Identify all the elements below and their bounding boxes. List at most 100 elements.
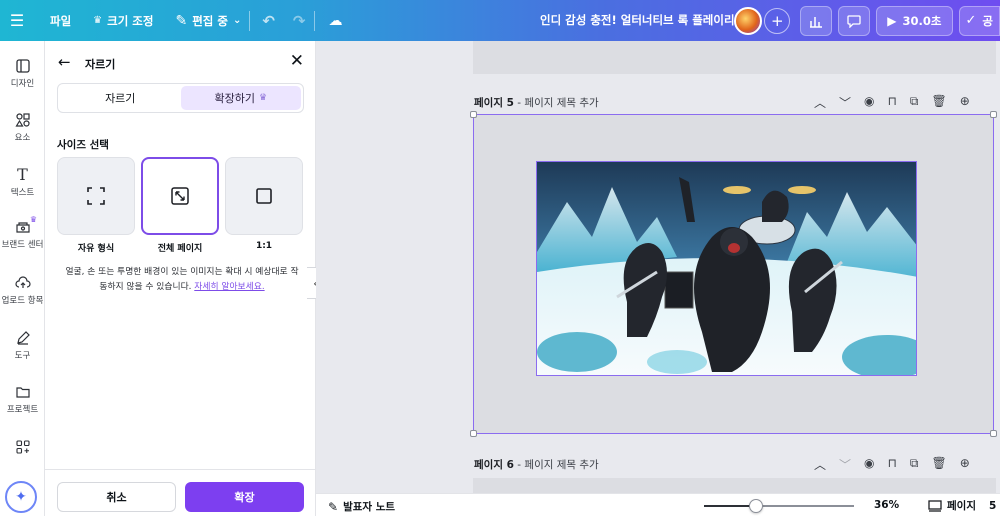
resize-handle[interactable] bbox=[470, 111, 477, 118]
canvas-area: 페이지 5 - 페이지 제목 추가 ︿ ﹀ ◉ ⊓ ⧉ 🗑 ⊕ 페이지 6 - … bbox=[316, 41, 1000, 493]
crown-icon: ♛ bbox=[258, 93, 268, 103]
zoom-slider[interactable] bbox=[704, 499, 854, 513]
bar-chart-icon bbox=[810, 16, 823, 28]
duplicate-icon[interactable]: ⧉ bbox=[910, 456, 919, 473]
gorilla-band-image[interactable] bbox=[536, 161, 917, 376]
page-6[interactable] bbox=[473, 478, 996, 493]
freeform-icon bbox=[87, 187, 105, 205]
expand-warning-note: 얼굴, 손 또는 투명한 배경이 있는 이미지는 확대 시 예상대로 작동하지 … bbox=[65, 267, 299, 292]
page-5-toolbar: ︿ ﹀ ◉ ⊓ ⧉ 🗑 ⊕ bbox=[814, 94, 970, 111]
page-6-label[interactable]: 페이지 6 - 페이지 제목 추가 bbox=[474, 457, 599, 472]
crop-panel: ← 자르기 ✕ 자르기 확장하기 ♛ 사이즈 선택 자유 형식 전체 페이지 1… bbox=[45, 41, 316, 516]
resize-handle[interactable] bbox=[470, 430, 477, 437]
section-title: 사이즈 선택 bbox=[57, 139, 109, 151]
page-5[interactable] bbox=[470, 111, 997, 437]
chevron-down-icon[interactable]: ﹀ bbox=[839, 456, 851, 473]
cancel-button[interactable]: 취소 bbox=[57, 482, 176, 512]
share-button[interactable]: ✓ 공 bbox=[958, 5, 1000, 36]
brand-icon bbox=[15, 222, 30, 233]
panel-header: ← 자르기 ✕ bbox=[45, 51, 316, 73]
learn-more-link[interactable]: 자세히 알아보세요. bbox=[194, 282, 264, 292]
resize-handle[interactable] bbox=[990, 111, 997, 118]
topbar-actions: + ▶ 30.0초 ✓ 공 bbox=[734, 0, 1000, 41]
notes-icon: ✎ bbox=[328, 499, 339, 514]
trash-icon[interactable]: 🗑 bbox=[931, 456, 946, 473]
panel-footer: 취소 확장 bbox=[45, 469, 316, 516]
rail-item-uploads[interactable]: 업로드 항목 bbox=[0, 275, 45, 306]
bottom-bar: ✎ 발표자 노트 36% 페이지 5 bbox=[316, 493, 1000, 516]
panel-title: 자르기 bbox=[85, 58, 116, 71]
lock-icon[interactable]: ⊓ bbox=[888, 456, 897, 473]
edit-mode-button[interactable]: ✎ 편집 중 ⌄ bbox=[175, 13, 241, 29]
duplicate-icon[interactable]: ⧉ bbox=[910, 94, 919, 111]
close-icon[interactable]: ✕ bbox=[290, 51, 304, 71]
chevron-down-icon: ⌄ bbox=[232, 15, 242, 26]
file-menu-button[interactable]: 파일 bbox=[50, 13, 71, 29]
top-bar: ☰ 파일 ♛ 크기 조정 ✎ 편집 중 ⌄ ↶ ↷ ☁ 인디 감성 충전! 얼터… bbox=[0, 0, 1000, 41]
page-6-toolbar: ︿ ﹀ ◉ ⊓ ⧉ 🗑 ⊕ bbox=[814, 456, 970, 473]
page-4-bottom[interactable] bbox=[473, 41, 996, 74]
comments-button[interactable] bbox=[838, 5, 871, 36]
size-option-freeform[interactable] bbox=[57, 157, 135, 235]
trash-icon[interactable]: 🗑 bbox=[931, 94, 946, 111]
apps-icon bbox=[15, 440, 30, 454]
document-title[interactable]: 인디 감성 충전! 얼터너티브 록 플레이리스트 bbox=[540, 12, 756, 28]
crown-icon: ♛ bbox=[93, 15, 103, 26]
check-circle-icon: ✓ bbox=[965, 13, 977, 28]
toolbar-divider bbox=[313, 10, 315, 31]
play-icon: ▶ bbox=[887, 13, 897, 28]
lock-icon[interactable]: ⊓ bbox=[888, 94, 897, 111]
toolbar-divider bbox=[249, 10, 251, 31]
size-label-freeform: 자유 형식 bbox=[77, 244, 115, 254]
size-option-square[interactable] bbox=[225, 157, 303, 235]
pencil-icon: ✎ bbox=[175, 12, 188, 29]
pages-icon bbox=[928, 499, 942, 512]
avatar[interactable] bbox=[734, 6, 763, 35]
add-page-icon[interactable]: ⊕ bbox=[960, 94, 970, 111]
elements-icon bbox=[14, 113, 30, 127]
rail-item-apps[interactable] bbox=[0, 439, 45, 455]
upload-icon bbox=[14, 276, 31, 288]
tab-crop[interactable]: 자르기 bbox=[60, 86, 181, 110]
zoom-slider-thumb[interactable] bbox=[748, 499, 763, 513]
rail-item-projects[interactable]: 프로젝트 bbox=[0, 384, 45, 415]
rail-item-elements[interactable]: 요소 bbox=[0, 112, 45, 143]
tab-expand[interactable]: 확장하기 ♛ bbox=[180, 86, 301, 110]
chevron-down-icon[interactable]: ﹀ bbox=[839, 94, 851, 111]
resize-button[interactable]: ♛ 크기 조정 bbox=[93, 13, 153, 29]
back-arrow-icon[interactable]: ← bbox=[58, 53, 71, 71]
analytics-button[interactable] bbox=[800, 5, 833, 36]
page-5-label[interactable]: 페이지 5 - 페이지 제목 추가 bbox=[474, 95, 599, 110]
expand-diagonal-icon bbox=[171, 187, 189, 205]
magic-sparkle-icon[interactable]: ✦ bbox=[5, 481, 37, 513]
rail-item-design[interactable]: 디자인 bbox=[0, 58, 45, 89]
rail-item-draw[interactable]: 도구 bbox=[0, 330, 45, 361]
chevron-up-icon[interactable]: ︿ bbox=[814, 456, 826, 473]
crown-icon: ♛ bbox=[29, 215, 37, 224]
add-collaborator-button[interactable]: + bbox=[764, 7, 791, 34]
rail-item-text[interactable]: T 텍스트 bbox=[0, 166, 45, 198]
size-label-full-page: 전체 페이지 bbox=[157, 244, 203, 254]
layout-icon bbox=[15, 59, 30, 73]
chevron-up-icon[interactable]: ︿ bbox=[814, 94, 826, 111]
resize-handle[interactable] bbox=[990, 430, 997, 437]
pages-button[interactable]: 페이지 5 bbox=[928, 498, 996, 513]
hide-icon[interactable]: ◉ bbox=[864, 94, 874, 111]
draw-icon bbox=[16, 331, 30, 345]
expand-button[interactable]: 확장 bbox=[185, 482, 304, 512]
cloud-sync-icon[interactable]: ☁ bbox=[329, 13, 343, 29]
present-button[interactable]: ▶ 30.0초 bbox=[876, 5, 953, 36]
add-page-icon[interactable]: ⊕ bbox=[960, 456, 970, 473]
zoom-level[interactable]: 36% bbox=[874, 499, 899, 511]
undo-icon[interactable]: ↶ bbox=[262, 12, 275, 30]
rail-item-brand[interactable]: ♛ 브랜드 센터 bbox=[0, 215, 45, 250]
text-icon: T bbox=[17, 165, 28, 184]
redo-icon[interactable]: ↷ bbox=[293, 12, 306, 30]
size-option-full-page[interactable] bbox=[141, 157, 219, 235]
comment-icon bbox=[847, 14, 861, 28]
menu-icon[interactable]: ☰ bbox=[0, 11, 34, 30]
crop-mode-tabs: 자르기 확장하기 ♛ bbox=[57, 83, 304, 113]
presenter-notes-button[interactable]: ✎ 발표자 노트 bbox=[328, 499, 395, 514]
hide-icon[interactable]: ◉ bbox=[864, 456, 874, 473]
image-artwork bbox=[537, 162, 916, 375]
